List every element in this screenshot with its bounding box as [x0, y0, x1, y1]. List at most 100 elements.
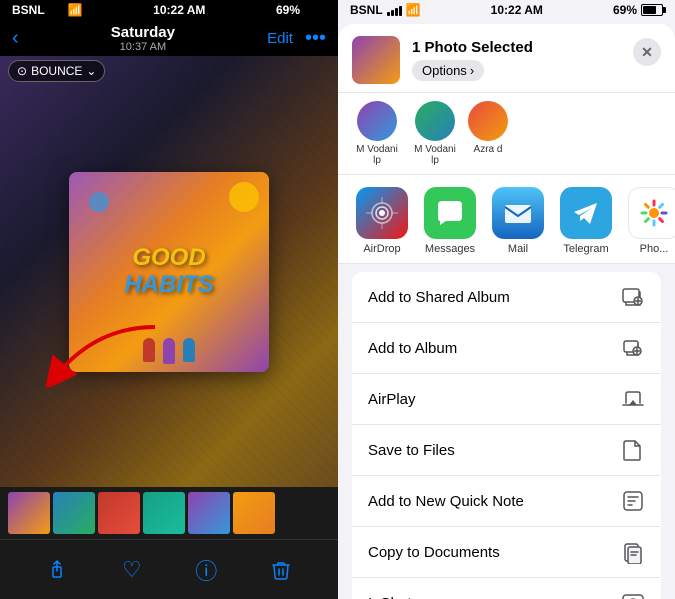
person-avatar-2: [415, 101, 455, 141]
bounce-badge[interactable]: ⊙ BOUNCE ⌄: [8, 60, 105, 82]
add-shared-album-label: Add to Shared Album: [368, 289, 510, 306]
save-to-files-row[interactable]: Save to Files: [352, 425, 661, 476]
left-carrier: BSNL: [12, 3, 45, 17]
right-status-right: 69%: [613, 3, 663, 17]
inshot-icon: [621, 591, 645, 599]
mail-label: Mail: [508, 243, 528, 255]
quick-note-icon: [621, 489, 645, 513]
options-chevron: ›: [470, 63, 474, 78]
book-cover: GOOD HABITS: [69, 172, 269, 372]
right-battery-tip: [663, 7, 666, 13]
back-button[interactable]: ‹: [12, 27, 19, 50]
thumb-4[interactable]: [143, 492, 185, 534]
app-item-mail[interactable]: Mail: [484, 187, 552, 255]
left-nav-bar: ‹ Saturday 10:37 AM Edit •••: [0, 20, 338, 56]
add-shared-album-icon: [621, 285, 645, 309]
person-item-3[interactable]: Azra d: [468, 101, 508, 166]
share-button[interactable]: [37, 550, 77, 590]
mail-app-icon: [492, 187, 544, 239]
person-name-2: M Vodani lp: [410, 144, 460, 166]
battery-icon: [304, 4, 326, 16]
people-row: M Vodani lp M Vodani lp Azra d: [338, 93, 675, 175]
messages-svg: [434, 197, 466, 229]
right-carrier: BSNL: [350, 3, 383, 17]
more-button[interactable]: •••: [305, 27, 326, 50]
photos-label: Pho...: [640, 243, 669, 255]
options-label: Options: [422, 63, 467, 78]
left-status-bar: BSNL 📶 10:22 AM 69%: [0, 0, 338, 20]
copy-documents-icon: [621, 540, 645, 564]
thumb-2[interactable]: [53, 492, 95, 534]
share-header-text: 1 Photo Selected Options ›: [412, 39, 533, 81]
bounce-label: BOUNCE: [31, 64, 82, 78]
action-section-1: Add to Shared Album Add to Album: [352, 272, 661, 599]
right-panel: BSNL 📶 10:22 AM 69% 1 Photo Selected: [338, 0, 675, 599]
app-item-photos[interactable]: Pho...: [620, 187, 675, 255]
telegram-svg: [570, 197, 602, 229]
right-status-left: BSNL 📶: [350, 3, 421, 17]
add-album-label: Add to Album: [368, 340, 457, 357]
app-item-airdrop[interactable]: AirDrop: [348, 187, 416, 255]
close-icon: ✕: [641, 44, 653, 61]
messages-label: Messages: [425, 243, 475, 255]
messages-app-icon: [424, 187, 476, 239]
add-album-icon: [621, 336, 645, 360]
telegram-label: Telegram: [563, 243, 608, 255]
share-icon: [46, 559, 68, 581]
photo-view: GOOD HABITS: [0, 56, 338, 487]
quick-note-row[interactable]: Add to New Quick Note: [352, 476, 661, 527]
info-button[interactable]: ⓘ: [186, 550, 226, 590]
thumbnail-strip: [0, 487, 338, 539]
thumb-1[interactable]: [8, 492, 50, 534]
add-shared-album-row[interactable]: Add to Shared Album: [352, 272, 661, 323]
heart-button[interactable]: ♡: [112, 550, 152, 590]
battery-fill: [306, 6, 319, 14]
delete-button[interactable]: [261, 550, 301, 590]
close-button[interactable]: ✕: [633, 38, 661, 66]
copy-documents-label: Copy to Documents: [368, 544, 500, 561]
app-item-messages[interactable]: Messages: [416, 187, 484, 255]
airplay-label: AirPlay: [368, 391, 416, 408]
edit-button[interactable]: Edit: [267, 30, 293, 47]
inshot-label: InShot: [368, 595, 411, 599]
person-item-2[interactable]: M Vodani lp: [410, 101, 460, 166]
wifi-icon: 📶: [68, 3, 83, 17]
airdrop-label: AirDrop: [363, 243, 400, 255]
left-panel: BSNL 📶 10:22 AM 69% ‹ Saturday 10:37 AM: [0, 0, 338, 599]
options-button[interactable]: Options ›: [412, 60, 484, 81]
quick-note-label: Add to New Quick Note: [368, 493, 524, 510]
left-status-right: 69%: [276, 3, 326, 17]
book-title: GOOD HABITS: [124, 245, 213, 298]
left-battery-pct: 69%: [276, 3, 300, 17]
person-avatar-1: [357, 101, 397, 141]
nav-subtitle: 10:37 AM: [120, 41, 166, 53]
nav-day: Saturday: [111, 24, 175, 41]
right-battery-pct: 69%: [613, 3, 637, 17]
person-item-1[interactable]: M Vodani lp: [352, 101, 402, 166]
airplay-row[interactable]: AirPlay: [352, 374, 661, 425]
thumb-5[interactable]: [188, 492, 230, 534]
trash-icon: [270, 559, 292, 581]
telegram-app-icon: [560, 187, 612, 239]
airdrop-svg: [366, 197, 398, 229]
thumb-3[interactable]: [98, 492, 140, 534]
left-time: 10:22 AM: [153, 3, 205, 17]
left-status-left: BSNL 📶: [12, 3, 83, 17]
app-icons-row: AirDrop Messages Mail: [338, 175, 675, 264]
bounce-chevron: ⌄: [86, 64, 96, 78]
person-name-3: Azra d: [474, 144, 503, 155]
right-time: 10:22 AM: [491, 3, 543, 17]
photos-svg: [638, 197, 670, 229]
right-battery-icon: [641, 4, 663, 16]
mail-svg: [502, 197, 534, 229]
app-item-telegram[interactable]: Telegram: [552, 187, 620, 255]
nav-actions: Edit •••: [267, 27, 326, 50]
share-sheet: 1 Photo Selected Options › ✕ M Vodani lp…: [338, 24, 675, 599]
copy-documents-row[interactable]: Copy to Documents: [352, 527, 661, 578]
right-signal: [387, 4, 402, 16]
add-album-row[interactable]: Add to Album: [352, 323, 661, 374]
share-header: 1 Photo Selected Options › ✕: [338, 24, 675, 93]
save-to-files-label: Save to Files: [368, 442, 455, 459]
inshot-row[interactable]: InShot: [352, 578, 661, 599]
thumb-6[interactable]: [233, 492, 275, 534]
